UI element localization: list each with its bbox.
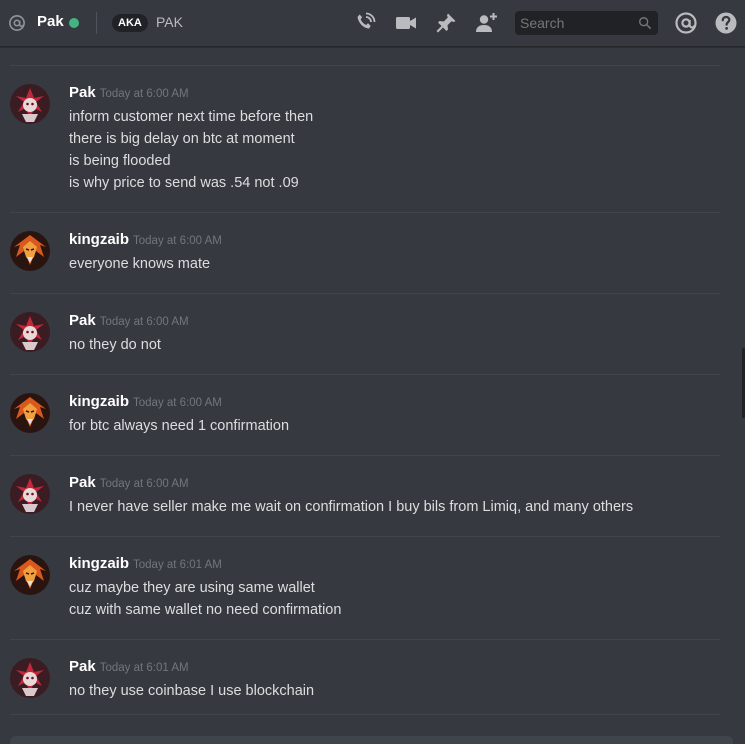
message-username[interactable]: Pak Today at 6:00 AM [69,312,189,329]
message-divider [10,455,720,456]
search-input[interactable] [515,11,635,35]
message-text: there is big delay on btc at moment [69,131,295,147]
message-content: for btc always need 1 confirmation [69,415,709,437]
mention-icon[interactable] [674,11,698,35]
pak-avatar[interactable] [10,658,50,698]
add-friend-icon[interactable] [474,11,498,35]
message-content: cuz maybe they are using same wallet cuz… [69,577,709,621]
message-divider [10,639,720,640]
message-divider [10,536,720,537]
message-content: no they use coinbase I use blockchain [69,680,709,702]
pak-avatar[interactable] [10,474,50,514]
message-username[interactable]: kingzaib Today at 6:00 AM [69,231,222,248]
message-content: inform customer next time before then th… [69,106,709,194]
message-text: no they do not [69,337,161,353]
message-username[interactable]: Pak Today at 6:00 AM [69,84,189,101]
message-divider [10,212,720,213]
message-text: is being flooded [69,153,171,169]
message-content: everyone knows mate [69,253,709,275]
aka-name: PAK [156,14,183,30]
help-icon[interactable] [714,11,738,35]
message-text: inform customer next time before then [69,109,314,125]
message-timestamp: Today at 6:00 AM [133,397,222,409]
message-text: no they use coinbase I use blockchain [69,683,315,699]
message-timestamp: Today at 6:00 AM [133,235,222,247]
pak-avatar[interactable] [10,312,50,352]
message-text: I never have seller make me wait on conf… [69,499,634,515]
message-timestamp: Today at 6:01 AM [133,559,222,571]
channel-header: Pak AKA PAK [0,0,745,47]
call-icon[interactable] [353,11,377,35]
message-composer[interactable] [10,736,733,744]
kingzaib-avatar[interactable] [10,555,50,595]
pin-icon[interactable] [434,11,458,35]
message-divider [10,374,720,375]
message-text: for btc always need 1 confirmation [69,418,290,434]
message-text: cuz maybe they are using same wallet [69,580,315,596]
message-content: no they do not [69,334,709,356]
message-username[interactable]: kingzaib Today at 6:00 AM [69,393,222,410]
at-icon [9,15,25,31]
message-username[interactable]: kingzaib Today at 6:01 AM [69,555,222,572]
message-text: everyone knows mate [69,256,211,272]
message-text: is why price to send was .54 not .09 [69,175,299,191]
message-timestamp: Today at 6:00 AM [99,88,189,100]
message-divider [10,714,720,715]
kingzaib-avatar[interactable] [10,393,50,433]
message-list: Pak Today at 6:00 AM inform customer next… [0,48,745,736]
search-icon [639,17,652,30]
message-username[interactable]: Pak Today at 6:00 AM [69,474,189,491]
aka-badge: AKA [112,14,148,32]
pak-avatar[interactable] [10,84,50,124]
message-text: cuz with same wallet no need confirmatio… [69,602,342,618]
message-timestamp: Today at 6:01 AM [99,662,189,674]
message-divider [10,293,720,294]
video-icon[interactable] [394,11,418,35]
header-divider [96,12,97,34]
message-divider [10,65,720,66]
message-username[interactable]: Pak Today at 6:01 AM [69,658,189,675]
message-timestamp: Today at 6:00 AM [99,478,189,490]
dm-username: Pak [37,13,64,30]
message-timestamp: Today at 6:00 AM [99,316,189,328]
online-status-dot [69,18,79,28]
search-box[interactable] [515,11,658,35]
kingzaib-avatar[interactable] [10,231,50,271]
message-content: I never have seller make me wait on conf… [69,496,709,518]
